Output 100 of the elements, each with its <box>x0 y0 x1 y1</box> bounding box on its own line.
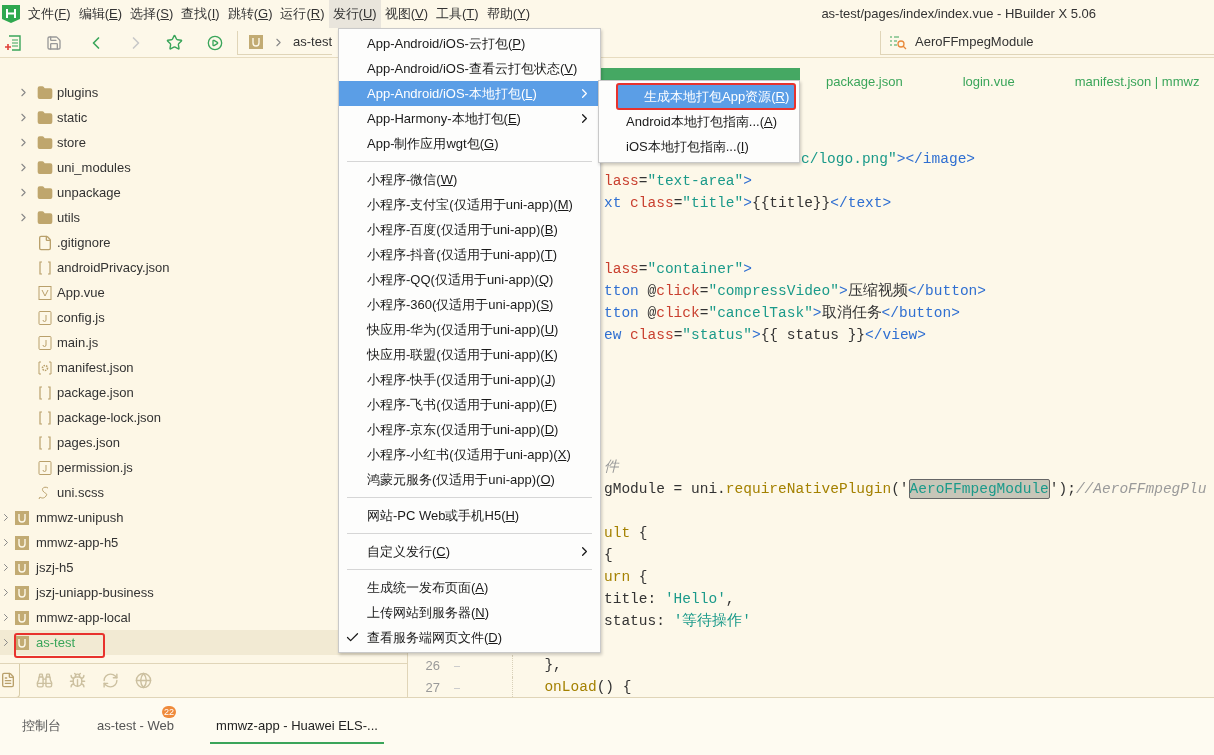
menu-option[interactable]: 小程序-微信(W) <box>339 167 600 192</box>
menu-item[interactable]: 跳转(G) <box>223 0 277 28</box>
menu-item[interactable]: 发行(U) <box>328 0 381 28</box>
tree-item-label: App.vue <box>57 283 105 302</box>
menu-option-label: App-Android/iOS-本地打包(L) <box>367 84 537 103</box>
line-number: 27 <box>424 679 440 697</box>
menu-option-label: 小程序-快手(仅适用于uni-app)(J) <box>367 370 556 389</box>
menu-option[interactable]: 小程序-小红书(仅适用于uni-app)(X) <box>339 442 600 467</box>
menu-option[interactable]: 小程序-京东(仅适用于uni-app)(D) <box>339 417 600 442</box>
code-line: c/logo.png"></image> <box>801 151 976 168</box>
document-icon <box>0 672 16 688</box>
code-line: onLoad() { <box>543 679 632 696</box>
menu-item[interactable]: 视图(V) <box>380 0 432 28</box>
tree-item-label: uni_modules <box>57 158 131 177</box>
search-text[interactable]: AeroFFmpegModule <box>915 32 1034 52</box>
save-icon[interactable] <box>46 34 62 51</box>
brackets-icon <box>37 384 53 401</box>
menu-option-label: 小程序-360(仅适用于uni-app)(S) <box>367 295 554 314</box>
menu-option-label: 小程序-QQ(仅适用于uni-app)(Q) <box>367 270 554 289</box>
js-file-icon <box>37 309 53 326</box>
menu-option[interactable]: App-Android/iOS-云打包(P) <box>339 31 600 56</box>
code-line: lass="text-area"> <box>604 173 752 190</box>
menu-item[interactable]: 查找(I) <box>177 0 224 28</box>
tree-item-label: package.json <box>57 383 134 402</box>
menu-option-label: App-Android/iOS-云打包(P) <box>367 34 526 53</box>
menu-option-label: 快应用-联盟(仅适用于uni-app)(K) <box>367 345 558 364</box>
file-icon <box>37 234 53 251</box>
menu-option[interactable]: 小程序-QQ(仅适用于uni-app)(Q) <box>339 267 600 292</box>
js-file-icon <box>37 459 53 476</box>
menu-option[interactable]: App-Android/iOS-查看云打包状态(V) <box>339 56 600 81</box>
menu-item[interactable]: 编辑(E) <box>74 0 126 28</box>
search-icon[interactable] <box>889 34 907 50</box>
menu-option[interactable]: 小程序-360(仅适用于uni-app)(S) <box>339 292 600 317</box>
run-icon[interactable] <box>207 34 223 51</box>
folder-icon <box>37 84 53 101</box>
project-icon <box>14 559 30 576</box>
binoculars-icon[interactable] <box>36 672 53 689</box>
menu-option-label: 自定义发行(C) <box>367 542 451 561</box>
menu-option[interactable]: 自定义发行(C) <box>339 539 600 564</box>
menu-option[interactable]: 网站-PC Web或手机H5(H) <box>339 503 600 528</box>
tree-item-label: static <box>57 108 88 127</box>
menu-option[interactable]: 快应用-华为(仅适用于uni-app)(U) <box>339 317 600 342</box>
bug-icon[interactable] <box>69 672 86 689</box>
menu-option[interactable]: 鸿蒙元服务(仅适用于uni-app)(O) <box>339 467 600 492</box>
tree-item-label: permission.js <box>57 458 133 477</box>
folder-icon <box>37 184 53 201</box>
brackets-icon <box>37 259 53 276</box>
new-file-icon[interactable] <box>4 33 22 52</box>
tree-item-label: plugins <box>57 83 99 102</box>
menu-option[interactable]: Android本地打包指南...(A) <box>599 109 799 134</box>
menu-option[interactable]: 快应用-联盟(仅适用于uni-app)(K) <box>339 342 600 367</box>
project-icon <box>14 584 30 601</box>
code-line: tton @click="cancelTask">取消任务</button> <box>604 305 960 322</box>
menu-option-label: Android本地打包指南...(A) <box>626 112 777 131</box>
line-number: 26 <box>424 657 440 676</box>
star-icon[interactable] <box>166 34 183 51</box>
menu-option[interactable]: 上传网站到服务器(N) <box>339 600 600 625</box>
tree-item-label: mmwz-app-h5 <box>36 533 119 552</box>
menu-option-label: iOS本地打包指南...(I) <box>626 137 749 156</box>
menu-option[interactable]: 小程序-百度(仅适用于uni-app)(B) <box>339 217 600 242</box>
code-line: tton @click="compressVideo">压缩视频</button> <box>604 283 986 300</box>
breadcrumb-item[interactable]: as-test <box>293 32 332 52</box>
app-logo[interactable] <box>2 5 20 23</box>
refresh-icon[interactable] <box>102 672 119 689</box>
menu-option-label: 小程序-百度(仅适用于uni-app)(B) <box>367 220 558 239</box>
panel-tab[interactable]: 控制台 <box>22 709 61 744</box>
project-icon <box>248 34 264 50</box>
menu-item[interactable]: 文件(F) <box>24 0 75 28</box>
menu-item[interactable]: 运行(R) <box>276 0 329 28</box>
gear-file-icon <box>37 359 53 376</box>
menu-option-label: 小程序-微信(W) <box>367 170 458 189</box>
menu-option-label: 生成统一发布页面(A) <box>367 578 489 597</box>
panel-tab[interactable]: mmwz-app - Huawei ELS-... <box>210 709 384 744</box>
menu-option-label: App-制作应用wgt包(G) <box>367 134 499 153</box>
tree-item-label: manifest.json <box>57 358 134 377</box>
menu-item[interactable]: 帮助(Y) <box>482 0 534 28</box>
menu-option-label: 快应用-华为(仅适用于uni-app)(U) <box>367 320 559 339</box>
js-file-icon <box>37 334 53 351</box>
globe-icon[interactable] <box>135 672 152 689</box>
menu-option-label: 鸿蒙元服务(仅适用于uni-app)(O) <box>367 470 555 489</box>
tree-item-label: package-lock.json <box>57 408 162 427</box>
tree-item-label: androidPrivacy.json <box>57 258 170 277</box>
menu-option[interactable]: App-Harmony-本地打包(E) <box>339 106 600 131</box>
menu-item[interactable]: 选择(S) <box>126 0 178 28</box>
count-badge: 22 <box>162 705 177 718</box>
code-line: lass="container"> <box>604 261 752 278</box>
menu-option[interactable]: 小程序-支付宝(仅适用于uni-app)(M) <box>339 192 600 217</box>
menu-option-label: 生成本地打包App资源(R) <box>644 87 790 106</box>
menu-option[interactable]: 小程序-抖音(仅适用于uni-app)(T) <box>339 242 600 267</box>
menu-option[interactable]: iOS本地打包指南...(I) <box>599 134 799 159</box>
tree-item-label: main.js <box>57 333 99 352</box>
vue-file-icon <box>37 284 53 301</box>
menu-option-label: App-Harmony-本地打包(E) <box>367 109 521 128</box>
menu-option[interactable]: App-制作应用wgt包(G) <box>339 131 600 156</box>
menu-option[interactable]: 小程序-快手(仅适用于uni-app)(J) <box>339 367 600 392</box>
menu-option[interactable]: 小程序-飞书(仅适用于uni-app)(F) <box>339 392 600 417</box>
menu-item[interactable]: 工具(T) <box>432 0 483 28</box>
menu-option[interactable]: 生成统一发布页面(A) <box>339 575 600 600</box>
code-line: ult { <box>604 525 648 542</box>
tree-item-label: pages.json <box>57 433 120 452</box>
